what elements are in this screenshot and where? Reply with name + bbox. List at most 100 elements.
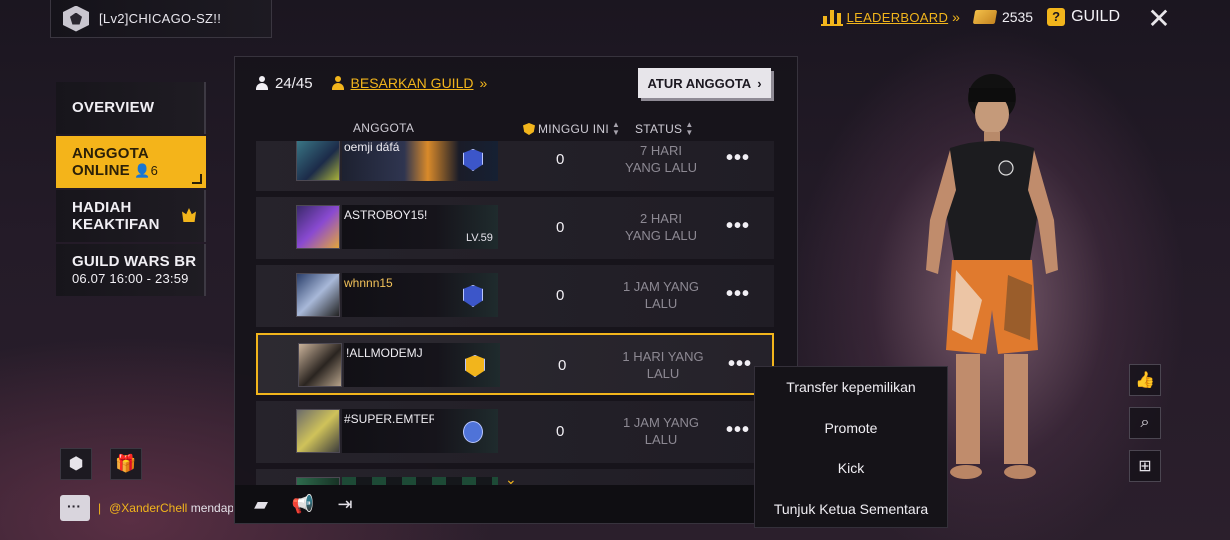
nav-online-line2-wrap: ONLINE 👤6 <box>72 162 206 179</box>
member-row[interactable]: oemji dáfá 0 7 HARI YANG LALU ••• <box>256 141 774 191</box>
chat-text: mendapat <box>190 501 234 515</box>
col-week-label: MINGGU INI <box>538 122 609 136</box>
close-button[interactable]: ✕ <box>1146 4 1172 34</box>
coin-balance: 2535 <box>972 9 1033 25</box>
member-name: #SUPER.EMTER <box>344 412 434 426</box>
gift-icon: 🎁 <box>115 454 137 473</box>
member-name: oemji dáfá <box>344 141 400 154</box>
avatar <box>296 273 340 317</box>
avatar <box>298 343 342 387</box>
person-upgrade-icon <box>331 76 345 90</box>
guild-title: ? GUILD <box>1047 8 1120 26</box>
status-line1: 1 JAM YANG <box>622 415 700 430</box>
shield-icon <box>523 123 535 135</box>
double-chevron-icon: » <box>479 75 488 91</box>
megaphone-icon[interactable]: 📢 <box>291 492 315 516</box>
col-status-label: STATUS <box>635 122 683 136</box>
leaderboard-label: LEADERBOARD <box>846 9 949 25</box>
menu-temp-leader[interactable]: Tunjuk Ketua Sementara <box>755 489 947 530</box>
member-status: 7 HARI YANG LALU <box>616 142 706 176</box>
panel-header: 24/45 BESARKAN GUILD » ATUR ANGGOTA › <box>235 57 797 109</box>
leaderboard-icon <box>820 10 843 26</box>
status-line1: 1 HARI YANG <box>622 349 704 364</box>
status-line2: LALU <box>644 296 678 311</box>
status-line2: YANG LALU <box>624 160 697 175</box>
exit-guild-icon[interactable]: ⇥ <box>333 492 357 516</box>
online-count: 6 <box>150 163 159 178</box>
guild-badge-icon <box>63 5 89 32</box>
member-week-score: 0 <box>556 151 565 168</box>
profile-bar[interactable]: [Lv2]CHICAGO-SZ!! <box>50 0 272 38</box>
guild-emblem-button[interactable]: ⬢ <box>60 448 92 480</box>
report-button[interactable]: ⌕ <box>1129 407 1161 439</box>
online-person-icon: 👤 <box>134 163 151 178</box>
member-count-value: 24/45 <box>275 74 313 92</box>
member-name: ASTROBOY15! <box>344 208 428 222</box>
gift-side-button[interactable]: ⊞ <box>1129 450 1161 482</box>
report-icon: ⌕ <box>1140 414 1150 431</box>
status-line2: LALU <box>644 432 678 447</box>
avatar <box>296 141 340 181</box>
leaderboard-link[interactable]: LEADERBOARD » <box>820 8 960 26</box>
member-row-selected[interactable]: !ALLMODEMJ 0 1 HARI YANG LALU ••• <box>256 333 774 395</box>
gift-icon: ⊞ <box>1138 458 1152 475</box>
chat-bubble-icon[interactable]: ▰ <box>249 492 273 516</box>
double-chevron-icon: » <box>952 9 960 25</box>
panel-footer: ▰ 📢 ⇥ <box>235 485 797 523</box>
status-line1: 2 HARI <box>640 211 682 226</box>
gift-button[interactable]: 🎁 <box>110 448 142 480</box>
chat-divider: | <box>98 501 102 515</box>
member-level: LV.59 <box>466 232 493 244</box>
chat-user: @XanderChell <box>109 501 188 515</box>
member-week-score: 0 <box>556 287 565 304</box>
close-icon: ✕ <box>1147 3 1171 34</box>
nav-online-line1: ANGGOTA <box>72 145 149 162</box>
chat-bar[interactable]: | @XanderChell mendapat <box>60 494 233 522</box>
member-name: !ALLMODEMJ <box>346 346 423 360</box>
nav-activity-rewards[interactable]: HADIAH KEAKTIFAN <box>56 190 206 242</box>
guild-emblem-icon: ⬢ <box>68 454 84 473</box>
manage-members-label: ATUR ANGGOTA <box>647 75 752 91</box>
more-options-button[interactable]: ••• <box>728 353 752 376</box>
guild-coin-icon <box>972 10 998 24</box>
person-icon <box>255 76 269 90</box>
nav-online-line2: ONLINE <box>72 162 130 179</box>
status-line1: 7 HARI <box>640 143 682 158</box>
nav-overview[interactable]: OVERVIEW <box>56 82 206 134</box>
avatar <box>296 205 340 249</box>
col-week-header[interactable]: MINGGU INI ▲ ▼ <box>523 121 620 137</box>
more-options-button[interactable]: ••• <box>726 147 750 170</box>
top-right-bar: LEADERBOARD » 2535 ? GUILD <box>820 8 1120 26</box>
more-options-button[interactable]: ••• <box>726 419 750 442</box>
like-button[interactable]: 👍 <box>1129 364 1161 396</box>
avatar <box>296 409 340 453</box>
col-member-header: ANGGOTA <box>353 121 414 135</box>
member-list: oemji dáfá 0 7 HARI YANG LALU ••• ASTROBO… <box>256 141 774 487</box>
rank-badge-icon <box>463 421 483 443</box>
nav-wars-line1: GUILD WARS BR <box>72 253 197 270</box>
guild-label: GUILD <box>1071 8 1120 25</box>
nav-guild-wars[interactable]: GUILD WARS BR 06.07 16:00 - 23:59 <box>56 244 206 296</box>
help-icon[interactable]: ? <box>1047 8 1066 26</box>
enlarge-guild-link[interactable]: BESARKAN GUILD » <box>331 75 488 91</box>
chat-message: @XanderChell mendapat <box>109 501 233 515</box>
member-week-score: 0 <box>556 423 565 440</box>
member-row[interactable]: ASTROBOY15! LV.59 0 2 HARI YANG LALU ••• <box>256 197 774 259</box>
member-row[interactable]: #SUPER.EMTER 0 1 JAM YANG LALU ••• <box>256 401 774 463</box>
col-status-header[interactable]: STATUS ▲ ▼ <box>635 121 694 137</box>
member-week-score: 0 <box>556 219 565 236</box>
col-member-label: ANGGOTA <box>353 121 415 135</box>
member-status: 1 HARI YANG LALU <box>618 348 708 382</box>
nav-online-members[interactable]: ANGGOTA ONLINE 👤6 <box>56 136 206 188</box>
nav-wars-line2: 06.07 16:00 - 23:59 <box>72 271 189 286</box>
more-options-button[interactable]: ••• <box>726 215 750 238</box>
more-options-button[interactable]: ••• <box>726 283 750 306</box>
player-character[interactable] <box>912 70 1072 490</box>
status-line2: YANG LALU <box>624 228 697 243</box>
manage-members-button[interactable]: ATUR ANGGOTA › <box>638 68 771 98</box>
member-status: 1 JAM YANG LALU <box>616 278 706 312</box>
member-row[interactable]: whnnn15 0 1 JAM YANG LALU ••• <box>256 265 774 327</box>
member-week-score: 0 <box>558 357 567 374</box>
member-name: whnnn15 <box>344 276 393 290</box>
chevron-right-icon: › <box>757 75 762 91</box>
